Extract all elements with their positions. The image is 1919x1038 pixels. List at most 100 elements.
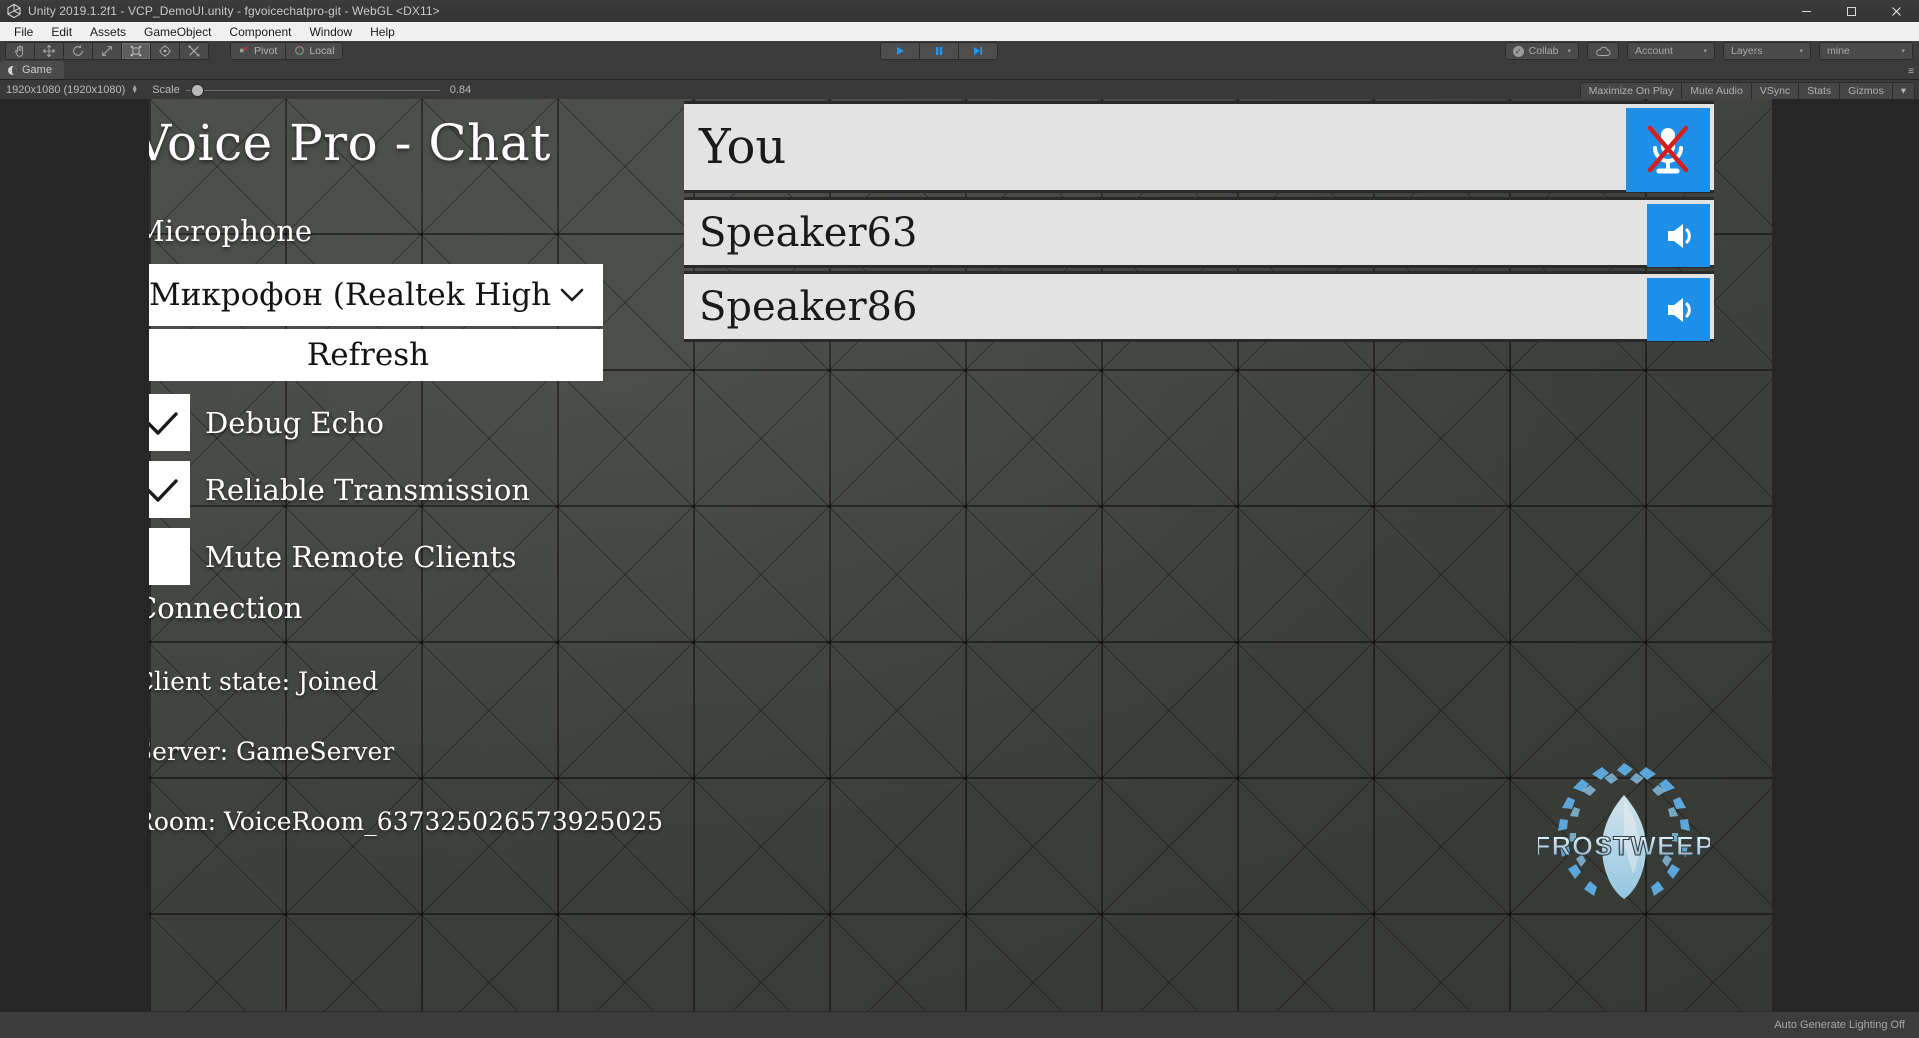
pivot-rotation-group: Pivot Local	[230, 41, 344, 60]
pivot-toggle[interactable]: Pivot	[230, 41, 287, 60]
refresh-button[interactable]: Refresh	[149, 329, 603, 381]
participant-name: Speaker86	[699, 283, 918, 330]
checkbox-reliable-transmission[interactable]: Reliable Transmission	[149, 461, 530, 518]
scale-slider-track	[185, 89, 440, 91]
collab-label: Collab	[1528, 45, 1559, 57]
chevron-down-icon: ▾	[1799, 48, 1803, 55]
maximize-on-play-toggle[interactable]: Maximize On Play	[1579, 82, 1683, 100]
checkbox-label: Debug Echo	[205, 405, 384, 440]
scale-label: Scale	[152, 84, 180, 96]
speaker-icon[interactable]	[1647, 278, 1710, 341]
frostweep-logo-text: FROSTWEEP	[1538, 831, 1710, 861]
menu-window[interactable]: Window	[300, 23, 361, 41]
minimize-button[interactable]	[1784, 0, 1829, 22]
game-view-toolbar: 1920x1080 (1920x1080) ▲ ▼ Scale 0.84 Maxi…	[0, 80, 1919, 101]
transform-tool-group	[5, 41, 209, 60]
rect-tool-button[interactable]	[121, 41, 151, 60]
tab-game[interactable]: Game	[0, 61, 64, 79]
chevron-down-icon	[557, 280, 587, 310]
server-text: Server: GameServer	[149, 737, 395, 766]
local-label: Local	[309, 44, 335, 57]
page-title: Voice Pro - Chat	[149, 114, 551, 172]
list-item[interactable]: Speaker86	[684, 271, 1714, 342]
scale-tool-button[interactable]	[92, 41, 122, 60]
window-controls	[1784, 0, 1919, 22]
unity-logo-icon	[6, 3, 22, 19]
speaker-icon[interactable]	[1647, 204, 1710, 267]
window-title: Unity 2019.1.2f1 - VCP_DemoUI.unity - fg…	[28, 4, 440, 18]
unity-editor-window: Unity 2019.1.2f1 - VCP_DemoUI.unity - fg…	[0, 0, 1919, 1038]
step-button[interactable]	[958, 42, 998, 60]
maximize-button[interactable]	[1829, 0, 1874, 22]
dock-tab-row: Game ≡	[0, 60, 1919, 80]
status-text: Auto Generate Lighting Off	[1774, 1019, 1905, 1031]
room-text: Room: VoiceRoom_637325026573925025	[149, 807, 664, 836]
microphone-muted-icon[interactable]	[1626, 108, 1710, 192]
toolbar-right-group: ✓ Collab ▾ Account ▾ Layers ▾ mine ▾	[1504, 42, 1913, 60]
menu-help[interactable]: Help	[361, 23, 404, 41]
microphone-device-dropdown[interactable]: Микрофон (Realtek High	[149, 264, 603, 326]
layers-button[interactable]: Layers ▾	[1723, 42, 1811, 60]
title-bar: Unity 2019.1.2f1 - VCP_DemoUI.unity - fg…	[0, 0, 1919, 23]
chevron-down-icon: ▾	[1703, 48, 1707, 55]
status-bar: Auto Generate Lighting Off	[0, 1011, 1919, 1038]
checkbox-mute-remote-clients[interactable]: Mute Remote Clients	[149, 528, 517, 585]
rotate-tool-button[interactable]	[63, 41, 93, 60]
scale-slider[interactable]	[185, 84, 440, 96]
refresh-button-label: Refresh	[306, 337, 430, 373]
menu-file[interactable]: File	[5, 23, 42, 41]
layout-label: mine	[1827, 45, 1850, 57]
microphone-device-value: Микрофон (Realtek High	[149, 277, 552, 313]
tab-game-label: Game	[22, 64, 52, 76]
game-view-options: Maximize On Play Mute Audio VSync Stats …	[1579, 82, 1915, 100]
client-state-text: Client state: Joined	[149, 667, 378, 696]
game-window-dock: Game ≡ 1920x1080 (1920x1080) ▲ ▼ Scale 0.…	[0, 60, 1919, 1012]
game-render-surface[interactable]: Voice Pro - Chat Microphone Микрофон (Re…	[149, 99, 1772, 1012]
menu-edit[interactable]: Edit	[42, 23, 81, 41]
menu-gameobject[interactable]: GameObject	[135, 23, 220, 41]
menu-assets[interactable]: Assets	[81, 23, 135, 41]
game-viewport: Voice Pro - Chat Microphone Микрофон (Re…	[0, 99, 1919, 1012]
menu-component[interactable]: Component	[220, 23, 300, 41]
checkbox-box[interactable]	[149, 528, 190, 585]
account-label: Account	[1635, 45, 1673, 57]
game-tab-icon	[8, 65, 17, 75]
hand-tool-button[interactable]	[5, 41, 35, 60]
resolution-dropdown[interactable]: 1920x1080 (1920x1080) ▲ ▼	[6, 84, 138, 96]
pause-button[interactable]	[919, 42, 959, 60]
participant-name: You	[699, 119, 787, 175]
checkbox-box[interactable]	[149, 461, 190, 518]
mute-audio-toggle[interactable]: Mute Audio	[1681, 82, 1752, 100]
cloud-button[interactable]	[1587, 42, 1619, 60]
checkbox-label: Reliable Transmission	[205, 472, 531, 507]
dock-options-icon[interactable]: ≡	[1908, 66, 1914, 77]
scale-control: Scale 0.84	[152, 84, 471, 96]
gizmos-dropdown-icon[interactable]: ▾	[1891, 82, 1915, 100]
layout-button[interactable]: mine ▾	[1819, 42, 1913, 60]
list-item[interactable]: You	[684, 101, 1714, 193]
list-item[interactable]: Speaker63	[684, 197, 1714, 268]
custom-tool-button[interactable]	[179, 41, 209, 60]
stats-toggle[interactable]: Stats	[1798, 82, 1841, 100]
chevron-down-icon: ▾	[1567, 48, 1571, 55]
scale-value: 0.84	[449, 84, 472, 96]
vsync-toggle[interactable]: VSync	[1750, 82, 1800, 100]
account-button[interactable]: Account ▾	[1627, 42, 1715, 60]
menu-bar: File Edit Assets GameObject Component Wi…	[0, 22, 1919, 42]
scale-slider-knob[interactable]	[191, 84, 203, 96]
collab-button[interactable]: ✓ Collab ▾	[1504, 42, 1579, 60]
gizmos-toggle[interactable]: Gizmos	[1839, 82, 1893, 100]
transform-tool-button[interactable]	[150, 41, 180, 60]
resolution-label: 1920x1080 (1920x1080)	[6, 84, 126, 96]
layers-label: Layers	[1731, 45, 1763, 57]
collab-check-icon: ✓	[1512, 45, 1524, 57]
local-toggle[interactable]: Local	[285, 41, 344, 60]
resolution-stepper-icon: ▲ ▼	[131, 84, 139, 95]
play-controls	[880, 42, 998, 60]
checkbox-debug-echo[interactable]: Debug Echo	[149, 394, 384, 451]
move-tool-button[interactable]	[34, 41, 64, 60]
chevron-down-icon: ▾	[1901, 48, 1905, 55]
play-button[interactable]	[880, 42, 920, 60]
checkbox-box[interactable]	[149, 394, 190, 451]
close-button[interactable]	[1874, 0, 1919, 22]
